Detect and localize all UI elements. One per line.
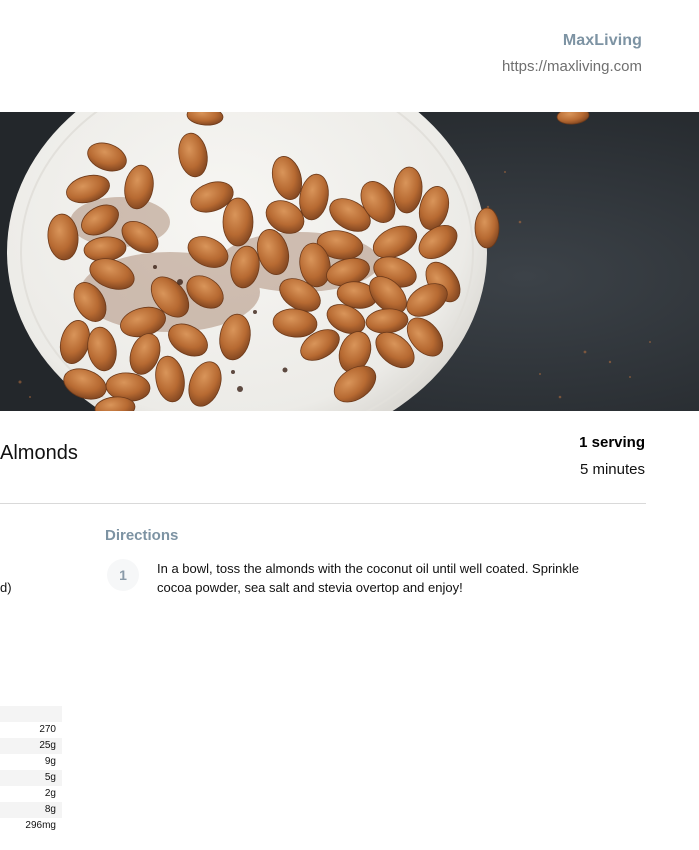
servings-count: 1 serving [579,434,645,451]
nutrition-value: 270 [39,724,56,735]
step-text: In a bowl, toss the almonds with the coc… [157,561,580,595]
section-divider [0,503,646,504]
ingredient-item: d) [0,580,12,595]
nutrition-value: 9g [44,756,56,767]
nutrition-value: 8g [0,802,62,818]
nutrition-header-row [0,706,62,722]
directions-heading: Directions [105,527,179,544]
prep-time: 5 minutes [579,461,645,478]
hero-image [0,112,699,411]
nutrition-value: 2g [44,788,56,799]
brand-url[interactable]: https://maxliving.com [502,58,642,75]
nutrition-value: 296mg [25,820,56,831]
recipe-title: Almonds [0,442,78,464]
nutrition-value: 5g [0,770,62,786]
nutrition-table: 270 25g 9g 5g 2g 8g 296mg [0,706,62,834]
recipe-page: MaxLiving https://maxliving.com Almonds … [0,0,699,850]
step-number-badge: 1 [107,559,139,591]
nutrition-value: 25g [0,738,62,754]
almonds-photo [0,112,699,411]
brand-name: MaxLiving [562,32,642,49]
